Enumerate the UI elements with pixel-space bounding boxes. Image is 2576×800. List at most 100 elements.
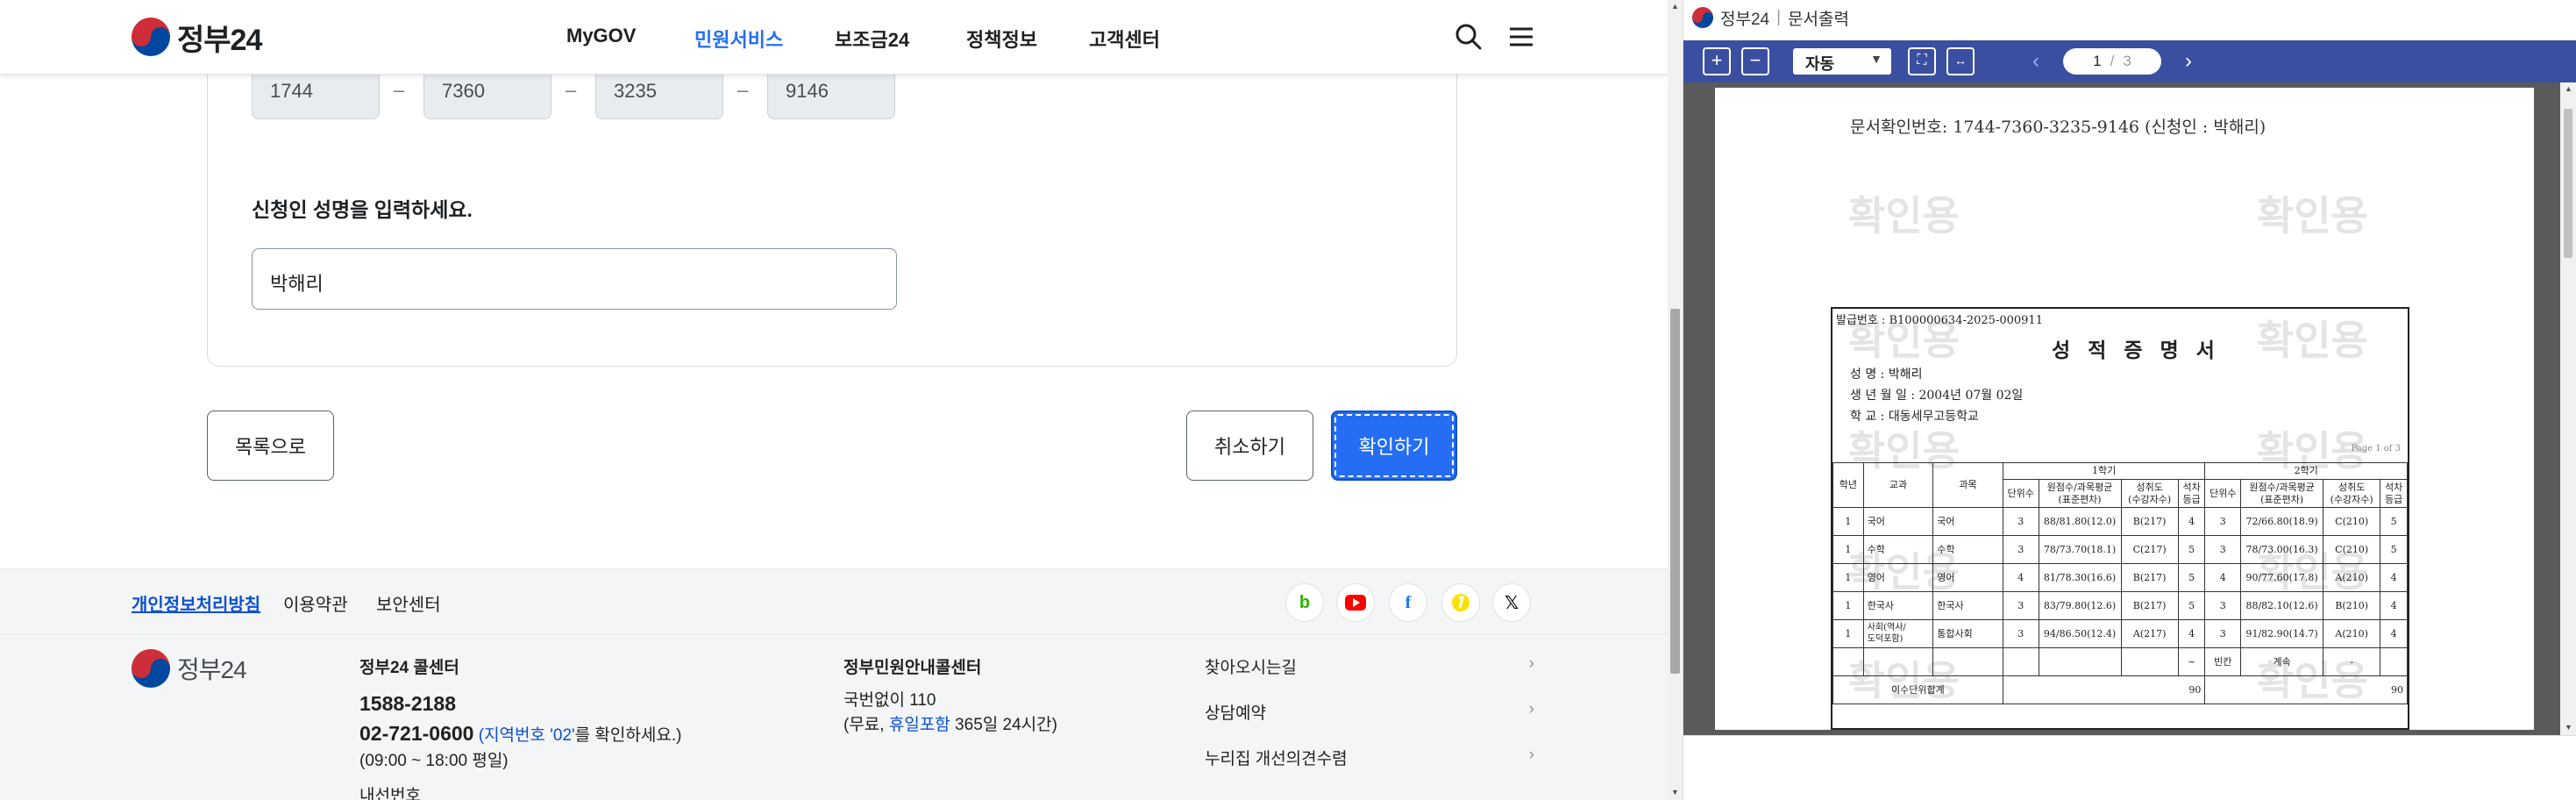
- table-cell: 91/82.90(14.7): [2240, 619, 2324, 649]
- table-header: 성취도 (수강자수): [2323, 478, 2381, 509]
- total-label: 이수단위합계: [1832, 675, 2003, 705]
- next-page-icon[interactable]: ›: [2177, 49, 2200, 74]
- viewer-toolbar: + − 자동 ▼ ⛶ ↔ ‹ 1 / 3 ›: [1683, 40, 2576, 82]
- back-to-list-button[interactable]: 목록으로: [207, 411, 334, 481]
- nav-subsidy24[interactable]: 보조금24: [835, 25, 909, 53]
- table-cell: [2120, 647, 2179, 677]
- footer-link-directions[interactable]: 찾아오시는길 ›: [1205, 654, 1534, 700]
- area-code-note-link[interactable]: 지역번호 '02': [484, 726, 575, 745]
- table-cell: 88/81.80(12.0): [2038, 507, 2122, 537]
- area-code-note-close: 를 확인하세요.): [574, 726, 682, 745]
- title-separator: |: [1776, 8, 1782, 26]
- table-cell: 통합사회: [1932, 619, 2003, 649]
- table-cell: 4: [2002, 563, 2039, 593]
- nav-mygov[interactable]: MyGOV: [566, 25, 636, 47]
- prev-page-icon[interactable]: ‹: [2025, 49, 2047, 74]
- nav-civil-service[interactable]: 민원서비스: [694, 25, 783, 53]
- total-sem1: 90: [2002, 675, 2206, 705]
- fit-width-icon[interactable]: ↔: [1946, 47, 1975, 75]
- fit-page-icon[interactable]: ⛶: [1908, 47, 1936, 75]
- security-center-link[interactable]: 보안센터: [376, 590, 441, 616]
- table-cell: 90/77.60(17.8): [2240, 563, 2324, 593]
- page-indicator[interactable]: 1 / 3: [2063, 48, 2161, 75]
- table-cell: 3: [2002, 507, 2039, 537]
- table-cell: 3: [2002, 591, 2039, 621]
- confirm-button[interactable]: 확인하기: [1331, 411, 1457, 481]
- table-cell: 영어: [1862, 563, 1934, 593]
- chevron-right-icon: ›: [1528, 654, 1534, 673]
- table-cell: ~: [2177, 647, 2206, 677]
- blog-icon[interactable]: b: [1285, 583, 1324, 622]
- table-cell: [2380, 647, 2408, 677]
- terms-link[interactable]: 이용약관: [283, 590, 348, 616]
- table-cell: 영어: [1932, 563, 2003, 593]
- kakao-icon[interactable]: [1441, 583, 1480, 622]
- table-cell: 국어: [1862, 507, 1934, 537]
- table-cell: 78/73.70(18.1): [2038, 535, 2122, 565]
- table-cell: 5: [2380, 507, 2408, 537]
- zoom-out-icon[interactable]: −: [1741, 47, 1769, 75]
- table-cell: 81/78.30(16.6): [2038, 563, 2122, 593]
- facebook-icon[interactable]: f: [1389, 583, 1427, 622]
- scroll-up-arrow-icon[interactable]: ▲: [2565, 84, 2572, 93]
- table-cell: 1: [1832, 507, 1864, 537]
- viewer-bottom-area: [1683, 735, 2576, 800]
- guide-center-title: 정부민원안내콜센터: [843, 659, 982, 677]
- cancel-button[interactable]: 취소하기: [1186, 411, 1313, 481]
- table-cell: A(210): [2323, 563, 2381, 593]
- scroll-up-arrow-icon[interactable]: ▲: [1671, 2, 1679, 11]
- zoom-select-value: 자동: [1805, 55, 1835, 73]
- table-cell: 수학: [1932, 535, 2003, 565]
- footer-logo: 정부24: [132, 649, 247, 688]
- x-icon[interactable]: 𝕏: [1492, 583, 1531, 622]
- table-cell: 한국사: [1932, 591, 2003, 621]
- table-cell: 4: [2380, 591, 2408, 621]
- call-center-hours: (09:00 ~ 18:00 평일): [359, 751, 509, 770]
- gov24-logo[interactable]: 정부24: [132, 18, 262, 57]
- footer: 정부24 정부24 콜센터 1588-2188 02-721-0600 (지역번…: [0, 635, 1668, 800]
- nav-customer-center[interactable]: 고객센터: [1089, 25, 1160, 53]
- semester2-header: 2학기: [2204, 462, 2408, 480]
- semester1-header: 1학기: [2002, 462, 2206, 480]
- transcript-certificate: 발급번호 : B100000634-2025-000911 성 적 증 명 서 …: [1831, 307, 2409, 730]
- table-cell: C(210): [2323, 535, 2381, 565]
- logo-text: 정부24: [177, 23, 262, 57]
- call-center-extension-cut: 내선번호: [359, 787, 421, 800]
- page-scrollbar[interactable]: ▲ ▼: [1668, 0, 1683, 800]
- table-row: 1 한국사 한국사 3 83/79.80(12.6) B(217) 5 3 88…: [1832, 591, 2408, 621]
- table-cell: 3: [2002, 535, 2039, 565]
- current-page: 1: [2093, 53, 2102, 69]
- table-cell: 5: [2177, 591, 2206, 621]
- table-cell: 사회(역사/ 도덕포함): [1862, 619, 1934, 649]
- scroll-down-arrow-icon[interactable]: ▼: [1671, 788, 1679, 796]
- footer-link-appointment[interactable]: 상담예약 ›: [1205, 700, 1534, 746]
- applicant-name-input[interactable]: 박해리: [252, 248, 897, 310]
- table-cell: 3: [2204, 619, 2242, 649]
- zoom-in-icon[interactable]: +: [1703, 47, 1731, 75]
- search-icon[interactable]: [1454, 22, 1484, 52]
- table-header: 과목: [1932, 461, 2003, 509]
- hamburger-menu-icon[interactable]: [1506, 22, 1536, 52]
- chevron-right-icon: ›: [1528, 746, 1534, 764]
- certificate-title: 성 적 증 명 서: [2052, 339, 2220, 362]
- chevron-right-icon: ›: [1528, 700, 1534, 718]
- dash-separator: –: [566, 79, 577, 101]
- scrollbar-thumb[interactable]: [1670, 309, 1680, 674]
- table-cell: 3: [2002, 619, 2039, 649]
- scrollbar-thumb[interactable]: [2564, 109, 2572, 258]
- scroll-down-arrow-icon[interactable]: ▼: [2565, 723, 2572, 732]
- table-cell: B(217): [2120, 507, 2179, 537]
- guide-center-note-link[interactable]: 휴일포함: [889, 716, 950, 734]
- table-cell: C(217): [2120, 535, 2179, 565]
- footer-link-feedback[interactable]: 누리집 개선의견수렴 ›: [1205, 746, 1534, 791]
- privacy-policy-link[interactable]: 개인정보처리방침: [132, 590, 260, 616]
- call-center-info: 정부24 콜센터 1588-2188 02-721-0600 (지역번호 '02…: [359, 656, 681, 800]
- viewer-scrollbar[interactable]: ▲ ▼: [2560, 82, 2576, 735]
- table-cell: 1: [1832, 591, 1864, 621]
- zoom-select[interactable]: 자동 ▼: [1793, 48, 1891, 75]
- youtube-icon[interactable]: [1336, 583, 1375, 622]
- table-total-row: 이수단위합계 90 90: [1832, 675, 2408, 705]
- nav-policy-info[interactable]: 정책정보: [966, 25, 1037, 53]
- caret-down-icon: ▼: [1870, 52, 1882, 66]
- table-cell: 83/79.80(12.6): [2038, 591, 2122, 621]
